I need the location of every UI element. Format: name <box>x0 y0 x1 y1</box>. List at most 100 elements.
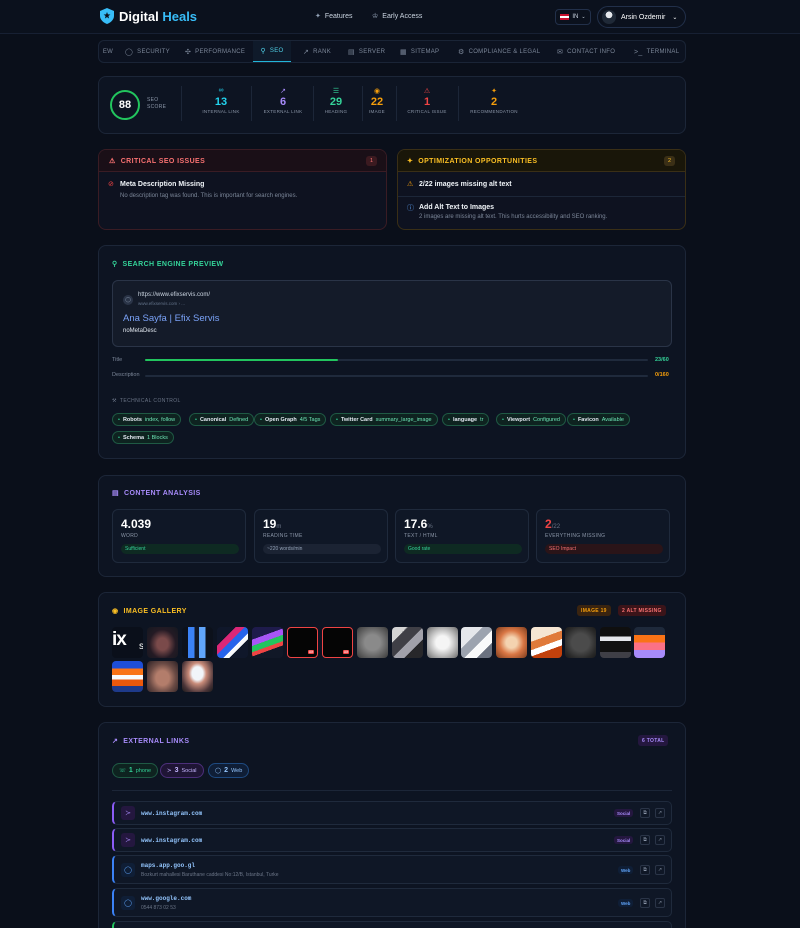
user-menu[interactable]: Arsin Ozdemir ⌄ <box>597 6 686 28</box>
external-link-icon: ↗ <box>280 88 286 95</box>
issue-description: No description tag was found. This is im… <box>120 193 298 199</box>
share-icon: ≻ <box>121 833 135 847</box>
technical-control-heading: ⚒ TECHNICAL CONTROL <box>112 398 181 404</box>
text-html-box: 17.6% TEXT / HTML Good rate <box>395 509 529 563</box>
gallery-thumb[interactable] <box>182 627 213 658</box>
tab-terminal[interactable]: >_ TERMINAL <box>634 41 679 62</box>
title-length-fill <box>145 359 338 361</box>
filter-phone[interactable]: ☏ 1 phone <box>112 763 159 778</box>
copy-icon[interactable]: ⧉ <box>640 835 650 845</box>
shield-icon: ◯ <box>125 49 134 56</box>
title-length-label: Title <box>112 357 123 363</box>
external-links-title: ↗ EXTERNAL LINKS <box>112 737 190 746</box>
phone-icon: ☏ <box>119 767 126 774</box>
tab-server[interactable]: ▤ SERVER <box>348 41 385 62</box>
gallery-thumb[interactable] <box>112 661 143 692</box>
serp-url: https://www.efixservis.com/ <box>138 292 211 298</box>
content-analysis-title: ▤ CONTENT ANALYSIS <box>112 489 201 498</box>
tab-sitemap[interactable]: ▦ SITEMAP <box>400 41 439 62</box>
gallery-thumb[interactable] <box>496 627 527 658</box>
tab-performance[interactable]: ✣ PERFORMANCE <box>185 41 245 62</box>
gallery-thumb[interactable] <box>531 627 562 658</box>
gallery-thumb[interactable] <box>182 661 213 692</box>
gallery-thumb[interactable] <box>252 627 283 658</box>
gallery-thumb[interactable] <box>565 627 596 658</box>
warning-icon: ⚠ <box>407 181 414 188</box>
gauge-icon: ✣ <box>185 49 192 56</box>
scale-icon: ⚙ <box>458 49 465 56</box>
serp-page-title[interactable]: Ana Sayfa | Efix Servis <box>123 313 219 324</box>
nav-features[interactable]: ✦ Features <box>315 12 353 21</box>
filter-social[interactable]: ≻ 3 Social <box>160 763 204 778</box>
opportunities-count-badge: 2 <box>664 156 675 166</box>
tab-rank[interactable]: ↗ RANK <box>303 41 331 62</box>
wrench-icon: ⚒ <box>112 398 117 404</box>
tab-contact-info[interactable]: ✉ CONTACT INFO <box>557 41 615 62</box>
globe-icon: ◯ <box>215 767 222 774</box>
gallery-thumb[interactable] <box>357 627 388 658</box>
tab-overview[interactable]: EW <box>99 41 117 62</box>
tab-seo[interactable]: ⚲ SEO <box>253 41 291 62</box>
gallery-thumb[interactable] <box>392 627 423 658</box>
copy-icon[interactable]: ⧉ <box>640 865 650 875</box>
text-html-value: 17.6% <box>404 517 433 531</box>
search-preview-title: ⚲ SEARCH ENGINE PREVIEW <box>112 260 224 269</box>
error-circle-icon: ⊘ <box>108 181 114 188</box>
external-link-row[interactable]: ◯ www.google.com 0544 873 02 53 Web ⧉ ↗ <box>112 888 672 917</box>
link-type-badge: Web <box>618 899 634 907</box>
share-icon: ≻ <box>121 806 135 820</box>
opportunity-title: Add Alt Text to Images <box>419 204 495 211</box>
bolt-icon: ✦ <box>407 158 414 165</box>
language-selector[interactable]: IN ⌄ <box>555 9 591 25</box>
alert-icon: ⚠ <box>109 158 116 165</box>
copy-icon[interactable]: ⧉ <box>640 898 650 908</box>
tech-chip-open-graph: • Open Graph 4/5 Tags <box>254 413 327 426</box>
stat-critical-issue: ⚠ 1 CRITICAL ISSUE <box>398 87 456 114</box>
globe-icon: ◯ <box>121 863 135 877</box>
external-link-row[interactable]: ≻ www.instagram.com Social ⧉ ↗ <box>112 828 672 852</box>
image-gallery-title: ◉ IMAGE GALLERY <box>112 607 187 616</box>
missing-alt-box: 2/22 EVERYTHING MISSING SEO Impact <box>536 509 670 563</box>
gallery-thumb-missing-alt[interactable]: Alt <box>287 627 318 658</box>
link-type-badge: Social <box>614 836 634 844</box>
gallery-thumb-missing-alt[interactable]: Alt <box>322 627 353 658</box>
divider <box>458 86 459 121</box>
gallery-thumb[interactable] <box>217 627 248 658</box>
missing-alt-value: 2/22 <box>545 517 561 531</box>
globe-icon: ◯ <box>121 896 135 910</box>
gallery-thumb[interactable] <box>147 627 178 658</box>
info-icon: ⓘ <box>407 205 414 212</box>
chevron-down-icon: ⌄ <box>581 14 586 20</box>
stat-internal-link: ∞ 13 INTERNAL LINK <box>192 87 250 114</box>
copy-icon[interactable]: ⧉ <box>640 808 650 818</box>
reading-time-box: 19m READING TIME ~220 words/min <box>254 509 388 563</box>
link-type-badge: Social <box>614 809 634 817</box>
tech-chip-canonical: • Canonical Defined <box>189 413 255 426</box>
external-link-row[interactable]: ◯ maps.app.goo.gl Bozkurt mahallesi Baru… <box>112 855 672 884</box>
open-external-icon[interactable]: ↗ <box>655 835 665 845</box>
gallery-thumb[interactable] <box>461 627 492 658</box>
gallery-thumb[interactable] <box>600 627 631 658</box>
stat-recommendation: ✦ 2 RECOMMENDATION <box>465 87 523 114</box>
image-count-badge: IMAGE 19 <box>577 605 611 616</box>
open-external-icon[interactable]: ↗ <box>655 865 665 875</box>
nav-early-access[interactable]: ♔ Early Access <box>372 12 422 21</box>
flag-icon <box>560 14 570 20</box>
search-preview-card <box>98 245 686 459</box>
gallery-thumb[interactable] <box>147 661 178 692</box>
gallery-thumb[interactable] <box>427 627 458 658</box>
tab-compliance[interactable]: ⚙ COMPLIANCE & LEGAL <box>458 41 540 62</box>
open-external-icon[interactable]: ↗ <box>655 898 665 908</box>
brand-logo[interactable]: Digital Heals <box>100 8 197 24</box>
gallery-thumb[interactable] <box>634 627 665 658</box>
divider <box>251 86 252 121</box>
external-link-row[interactable]: ≻ www.instagram.com Social ⧉ ↗ <box>112 801 672 825</box>
issue-title: Meta Description Missing <box>120 181 205 188</box>
filter-web[interactable]: ◯ 2 Web <box>208 763 250 778</box>
gallery-thumb[interactable]: ix s <box>112 627 143 658</box>
sparkle-icon: ✦ <box>315 13 321 20</box>
tab-security[interactable]: ◯ SECURITY <box>125 41 170 62</box>
opportunity-title: 2/22 images missing alt text <box>419 181 512 188</box>
open-external-icon[interactable]: ↗ <box>655 808 665 818</box>
external-link-row[interactable] <box>112 921 672 928</box>
